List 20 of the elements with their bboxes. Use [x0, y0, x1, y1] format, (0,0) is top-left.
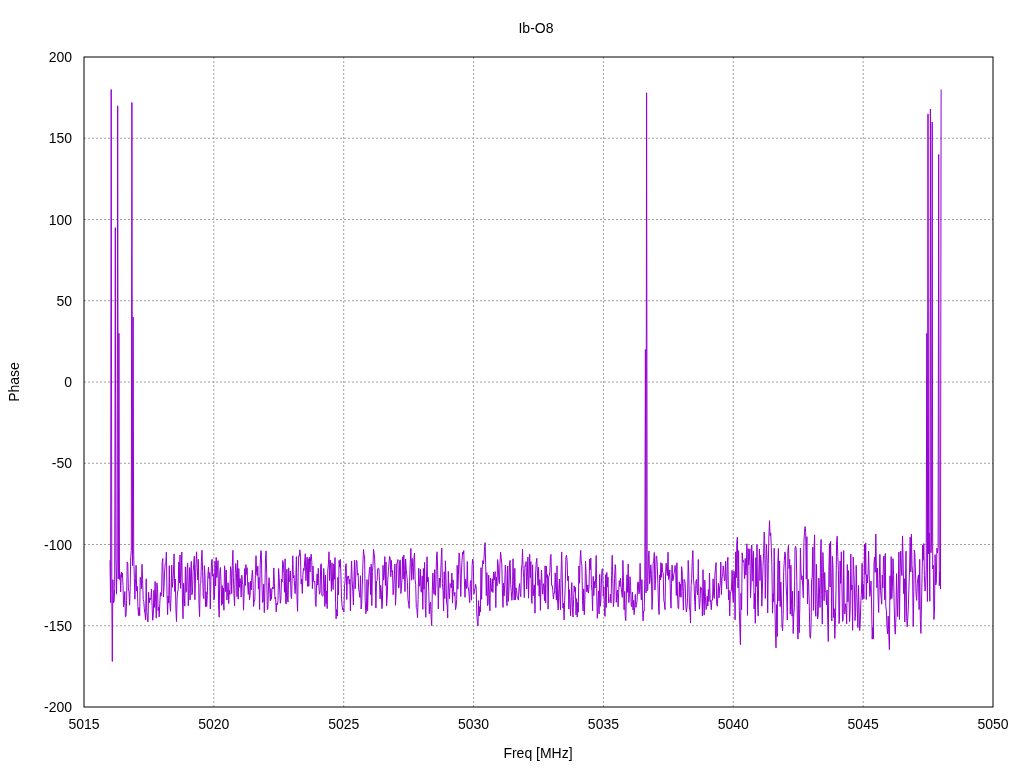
- axis-tick-label: 5040: [717, 716, 749, 732]
- axis-tick-label: 5015: [68, 716, 100, 732]
- chart-title: Ib-O8: [518, 20, 554, 36]
- axis-tick-label: 200: [48, 49, 72, 65]
- axis-tick-label: -200: [43, 699, 72, 715]
- axis-tick-label: -50: [51, 455, 72, 472]
- axis-tick-label: 5020: [198, 716, 230, 732]
- axis-tick-label: -100: [43, 536, 72, 553]
- axis-tick-label: 5045: [847, 716, 879, 732]
- axis-tick-label: 5050: [977, 716, 1009, 732]
- axis-tick-label: 150: [48, 130, 72, 147]
- y-axis-label: Phase: [6, 362, 22, 402]
- axis-tick-label: 0: [64, 374, 72, 390]
- axis-tick-label: 50: [56, 292, 72, 309]
- axis-tick-label: 100: [48, 211, 72, 228]
- axis-tick-label: -150: [43, 617, 72, 634]
- x-axis-label: Freq [MHz]: [503, 745, 573, 761]
- axis-tick-label: 5035: [587, 716, 619, 732]
- axis-tick-label: 5030: [458, 716, 490, 732]
- axis-tick-label: 5025: [328, 716, 360, 732]
